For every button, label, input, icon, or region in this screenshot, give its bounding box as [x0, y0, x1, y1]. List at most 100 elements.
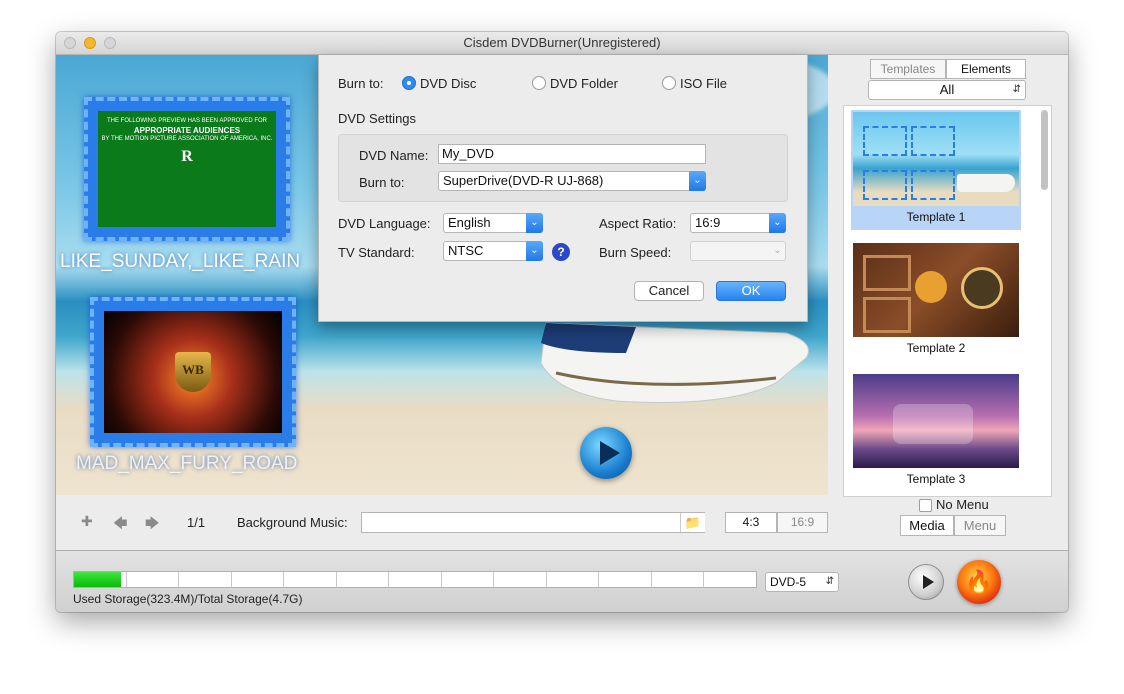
- chevron-down-icon: ⌄: [773, 245, 782, 256]
- template-thumbnail: [853, 112, 1019, 206]
- play-button[interactable]: [908, 564, 944, 600]
- burn-settings-dialog: Burn to: DVD Disc DVD Folder ISO File DV…: [318, 55, 808, 322]
- menu-options: No Menu Media Menu: [828, 495, 1068, 550]
- add-icon[interactable]: ✚: [81, 513, 93, 530]
- rating-text: THE FOLLOWING PREVIEW HAS BEEN APPROVED …: [106, 118, 268, 124]
- dvd-settings-heading: DVD Settings: [338, 111, 417, 126]
- dvd-language-value: English: [448, 215, 491, 230]
- chevron-down-icon: ⌄: [526, 241, 543, 261]
- window-title: Cisdem DVDBurner(Unregistered): [463, 35, 661, 50]
- dvd-name-input[interactable]: My_DVD: [438, 144, 706, 164]
- device-label: Burn to:: [359, 175, 405, 190]
- radio-iso-file[interactable]: [662, 76, 676, 90]
- burn-to-label: Burn to:: [338, 76, 384, 91]
- boat-image: [540, 322, 809, 404]
- ratio-16-9-button[interactable]: 16:9: [777, 512, 828, 533]
- radio-iso-file-label[interactable]: ISO File: [680, 76, 727, 91]
- burn-speed-label: Burn Speed:: [599, 245, 672, 260]
- template-list-scrollbar[interactable]: [1041, 110, 1048, 190]
- tab-menu[interactable]: Menu: [954, 515, 1006, 536]
- updown-chevron-icon: ⇵: [1012, 84, 1021, 95]
- updown-chevron-icon: ⇵: [825, 576, 834, 587]
- radio-dvd-disc[interactable]: [402, 76, 416, 90]
- tab-media[interactable]: Media: [900, 515, 954, 536]
- aspect-ratio-label: Aspect Ratio:: [599, 216, 677, 231]
- zoom-window-button[interactable]: [104, 37, 116, 49]
- template-thumbnail: [853, 243, 1019, 337]
- template-item[interactable]: Template 3: [851, 372, 1021, 492]
- no-menu-checkbox[interactable]: [919, 499, 932, 512]
- radio-dvd-folder[interactable]: [532, 76, 546, 90]
- template-name: Template 3: [906, 472, 966, 486]
- frame-decoration: [863, 297, 911, 333]
- dvd-name-label: DVD Name:: [359, 148, 429, 163]
- storage-text: Used Storage(323.4M)/Total Storage(4.7G): [73, 592, 303, 606]
- page-indicator: 1/1: [187, 515, 206, 530]
- template-item[interactable]: Template 1: [851, 110, 1021, 230]
- boat-image: [957, 174, 1015, 192]
- dvd-language-label: DVD Language:: [338, 216, 431, 231]
- storage-progress: [73, 571, 757, 588]
- rating-letter: R: [181, 148, 193, 165]
- arrow-right-icon[interactable]: 🡆: [145, 513, 159, 537]
- ok-button[interactable]: OK: [716, 281, 786, 301]
- frame-decoration: [863, 170, 907, 200]
- template-filter-value: All: [939, 82, 955, 97]
- thumbnail-label-2[interactable]: MAD_MAX_FURY_ROAD: [76, 453, 297, 475]
- tab-templates[interactable]: Templates: [870, 59, 946, 79]
- burn-flame-icon[interactable]: 🔥: [957, 560, 1001, 604]
- frame-decoration: [911, 170, 955, 200]
- frame-decoration: [911, 126, 955, 156]
- aspect-ratio-value: 16:9: [695, 215, 721, 230]
- close-window-button[interactable]: [64, 37, 76, 49]
- food-decoration: [915, 271, 947, 303]
- template-name: Template 1: [906, 210, 966, 224]
- radio-dvd-folder-label[interactable]: DVD Folder: [550, 76, 618, 91]
- rating-text: BY THE MOTION PICTURE ASSOCIATION OF AME…: [101, 136, 273, 142]
- arrow-left-icon[interactable]: 🡄: [113, 513, 127, 537]
- template-filter-select[interactable]: All ⇵: [868, 80, 1026, 100]
- tv-standard-select[interactable]: NTSC ⌄: [443, 241, 543, 261]
- no-menu-label[interactable]: No Menu: [936, 497, 989, 512]
- thumbnail-label-1[interactable]: LIKE_SUNDAY,_LIKE_RAIN: [60, 251, 300, 273]
- chevron-down-icon: ⌄: [689, 171, 706, 191]
- storage-bar: Used Storage(323.4M)/Total Storage(4.7G)…: [56, 550, 1068, 612]
- device-select-value: SuperDrive(DVD-R UJ-868): [443, 173, 604, 188]
- tv-standard-label: TV Standard:: [338, 245, 415, 260]
- template-list: Template 1 Template 2 Template 3: [843, 105, 1052, 497]
- cancel-button[interactable]: Cancel: [634, 281, 704, 301]
- disc-type-select[interactable]: DVD-5 ⇵: [765, 572, 839, 592]
- template-item[interactable]: Template 2: [851, 241, 1021, 361]
- template-panel: Templates Elements All ⇵ Template 1 Temp…: [828, 55, 1068, 497]
- chevron-down-icon: ⌄: [526, 213, 543, 233]
- tab-elements[interactable]: Elements: [946, 59, 1026, 79]
- chevron-down-icon: ⌄: [769, 213, 786, 233]
- thumbnail-frame-1[interactable]: THE FOLLOWING PREVIEW HAS BEEN APPROVED …: [84, 97, 290, 241]
- help-icon[interactable]: ?: [552, 243, 570, 261]
- control-bar: ✚ 🡄 🡆 1/1 Background Music: 📁 4:3 16:9: [56, 495, 828, 547]
- thumbnail-frame-2[interactable]: WB: [90, 297, 296, 447]
- movie-thumbnail: WB: [104, 311, 282, 433]
- food-decoration: [961, 267, 1003, 309]
- rating-audience-text: APPROPRIATE AUDIENCES: [133, 126, 241, 135]
- template-thumbnail: [853, 374, 1019, 468]
- folder-icon[interactable]: 📁: [680, 513, 705, 532]
- radio-dvd-disc-label[interactable]: DVD Disc: [420, 76, 476, 91]
- dvd-language-select[interactable]: English ⌄: [443, 213, 543, 233]
- device-select[interactable]: SuperDrive(DVD-R UJ-868) ⌄: [438, 171, 706, 191]
- background-music-input[interactable]: [361, 512, 705, 533]
- background-music-label: Background Music:: [237, 515, 348, 530]
- frame-decoration: [863, 255, 911, 291]
- template-name: Template 2: [906, 341, 966, 355]
- title-bar: Cisdem DVDBurner(Unregistered): [56, 32, 1068, 55]
- storage-progress-fill: [74, 572, 122, 587]
- burn-speed-select[interactable]: ⌄: [690, 241, 786, 261]
- aspect-ratio-select[interactable]: 16:9 ⌄: [690, 213, 786, 233]
- dvd-settings-group: DVD Name: My_DVD Burn to: SuperDrive(DVD…: [338, 134, 788, 202]
- ratio-4-3-button[interactable]: 4:3: [725, 512, 777, 533]
- app-window: Cisdem DVDBurner(Unregistered) THE FOLLO…: [56, 32, 1068, 612]
- wb-logo: WB: [175, 352, 211, 392]
- frame-decoration: [863, 126, 907, 156]
- play-preview-icon[interactable]: [580, 427, 632, 479]
- minimize-window-button[interactable]: [84, 37, 96, 49]
